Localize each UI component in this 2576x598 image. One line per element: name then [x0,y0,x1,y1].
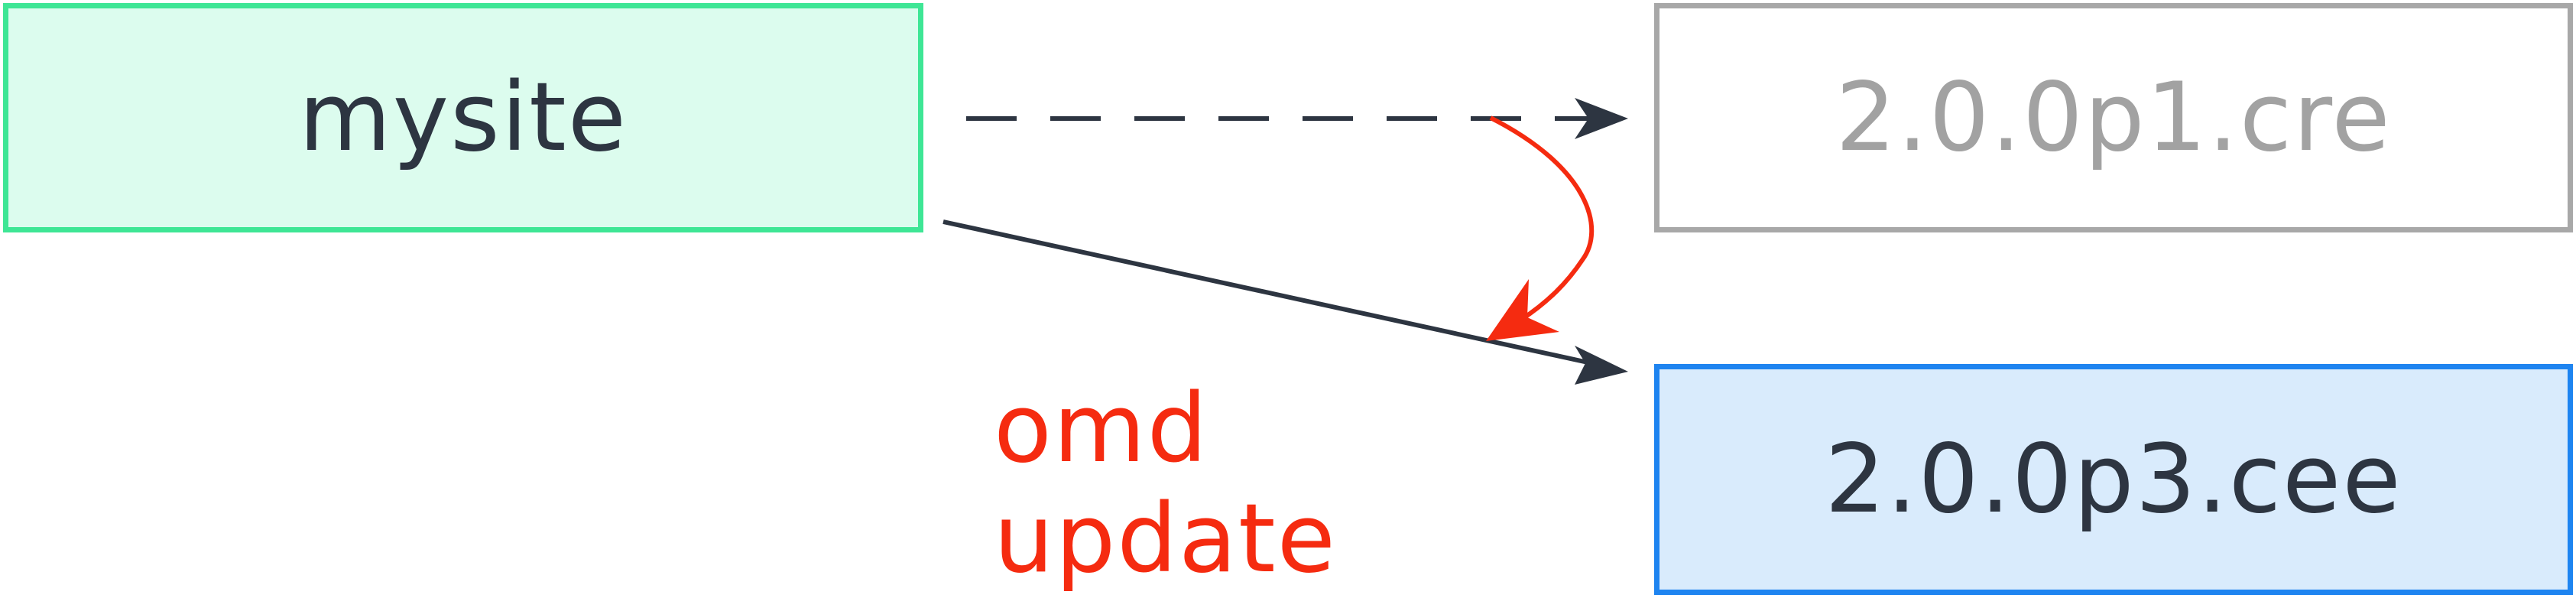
new-link-arrowhead [1575,346,1628,385]
new-link-line [942,219,1592,366]
update-curve-arrow [1489,115,1595,322]
update-arrowhead [1486,279,1559,341]
omd-update-label: omd update [994,374,1337,594]
